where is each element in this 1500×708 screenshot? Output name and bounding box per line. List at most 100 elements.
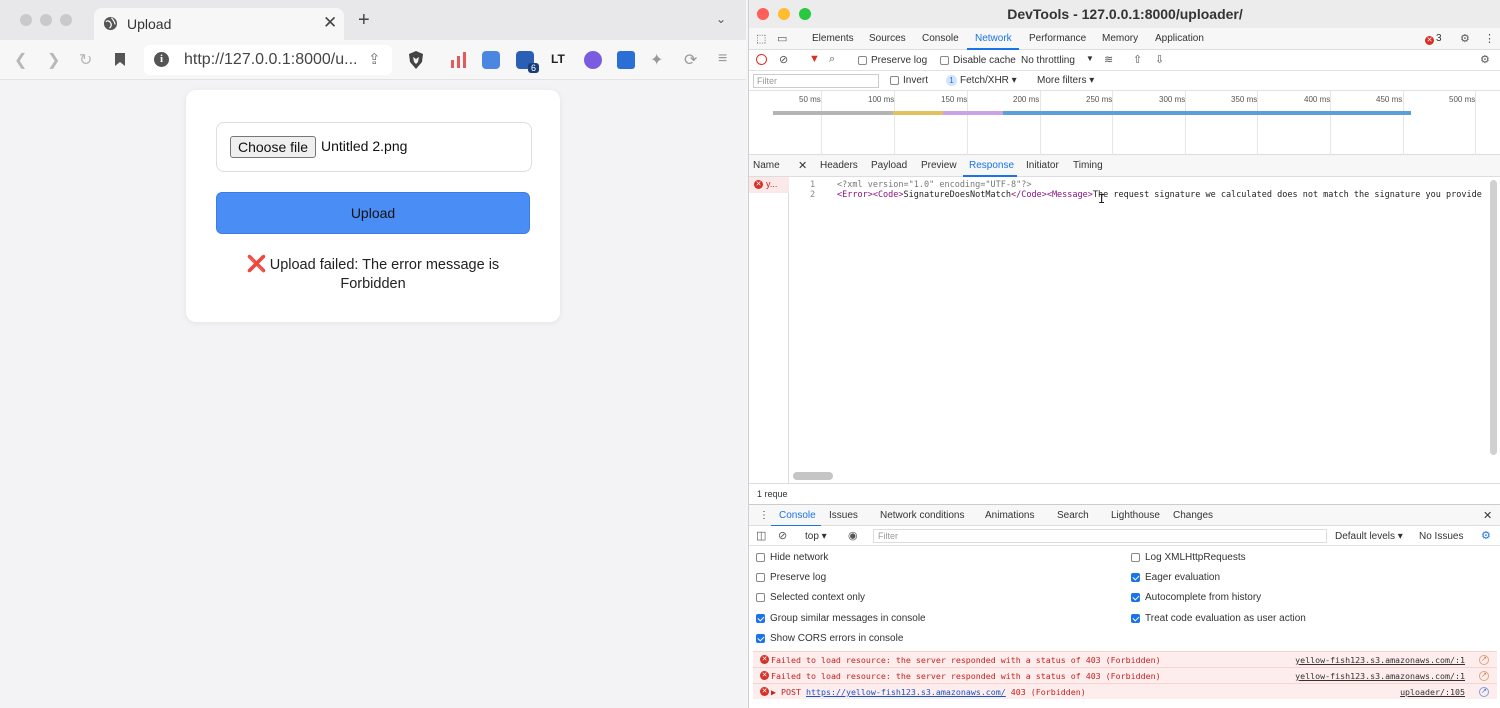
live-expression-eye-icon[interactable]: ◉ bbox=[848, 529, 858, 542]
tab-response[interactable]: Response bbox=[969, 160, 1014, 171]
close-drawer-icon[interactable]: ✕ bbox=[1483, 509, 1492, 522]
invert-checkbox[interactable] bbox=[890, 76, 899, 85]
address-bar[interactable]: i http://127.0.0.1:8000/u... ⇪ bbox=[144, 45, 392, 75]
sidebar-toggle-icon[interactable]: ◫ bbox=[756, 529, 766, 542]
window-minimize-dot[interactable] bbox=[40, 14, 52, 26]
record-stop-icon[interactable] bbox=[756, 54, 767, 65]
menu-icon[interactable]: ≡ bbox=[718, 50, 727, 68]
tab-sources[interactable]: Sources bbox=[869, 33, 906, 44]
disable-cache-checkbox[interactable] bbox=[940, 56, 949, 65]
tab-memory[interactable]: Memory bbox=[1102, 33, 1138, 44]
tab-headers[interactable]: Headers bbox=[820, 160, 858, 171]
console-error-row[interactable]: ✕ Failed to load resource: the server re… bbox=[753, 651, 1497, 667]
purple-extension-icon[interactable] bbox=[584, 51, 602, 69]
tab-network[interactable]: Network bbox=[975, 33, 1012, 44]
translate-extension-icon[interactable] bbox=[482, 51, 500, 69]
more-options-icon[interactable]: ⋮ bbox=[1484, 32, 1495, 45]
tab-payload[interactable]: Payload bbox=[871, 160, 907, 171]
tab-console[interactable]: Console bbox=[922, 33, 959, 44]
show-cors-checkbox[interactable] bbox=[756, 634, 765, 643]
drawer-tab-changes[interactable]: Changes bbox=[1173, 510, 1213, 521]
type-filter-dropdown[interactable]: 1 Fetch/XHR ▾ bbox=[946, 75, 1017, 86]
back-icon[interactable]: ❮ bbox=[14, 50, 27, 70]
selected-context-checkbox[interactable] bbox=[756, 593, 765, 602]
network-reveal-icon[interactable]: ↗ bbox=[1479, 655, 1489, 665]
response-body[interactable]: 1 2 <?xml version="1.0" encoding="UTF-8"… bbox=[790, 177, 1488, 467]
drawer-menu-icon[interactable]: ⋮ bbox=[759, 510, 769, 521]
console-post-error-row[interactable]: ✕ ▶ POST https://yellow-fish123.s3.amazo… bbox=[753, 683, 1497, 699]
console-error-row[interactable]: ✕ Failed to load resource: the server re… bbox=[753, 667, 1497, 683]
network-reveal-icon[interactable]: ↗ bbox=[1479, 671, 1489, 681]
request-row[interactable]: ✕ y... bbox=[749, 177, 789, 193]
drawer-tab-console[interactable]: Console bbox=[779, 510, 816, 521]
treat-code-eval-checkbox[interactable] bbox=[1131, 614, 1140, 623]
more-filters-dropdown[interactable]: More filters ▾ bbox=[1037, 75, 1094, 86]
post-url-link[interactable]: https://yellow-fish123.s3.amazonaws.com/ bbox=[806, 687, 1006, 697]
choose-file-button[interactable]: Choose file bbox=[230, 136, 317, 158]
tab-preview[interactable]: Preview bbox=[921, 160, 957, 171]
inspect-element-icon[interactable]: ⬚ bbox=[756, 32, 766, 45]
console-error-source-link[interactable]: yellow-fish123.s3.amazonaws.com/:1 bbox=[1295, 655, 1465, 665]
filter-icon[interactable]: ▼ bbox=[809, 53, 820, 65]
preserve-log-checkbox[interactable] bbox=[858, 56, 867, 65]
forward-icon[interactable]: ❯ bbox=[47, 50, 60, 70]
import-har-icon[interactable]: ⇧ bbox=[1133, 53, 1142, 66]
tab-close-icon[interactable]: ✕ bbox=[323, 13, 337, 33]
leo-extension-icon[interactable]: ⟳ bbox=[684, 50, 697, 70]
drawer-tab-lighthouse[interactable]: Lighthouse bbox=[1111, 510, 1160, 521]
tab-application[interactable]: Application bbox=[1155, 33, 1204, 44]
wave-extension-icon[interactable] bbox=[617, 51, 635, 69]
brave-shield-icon[interactable] bbox=[407, 50, 425, 70]
window-zoom-dot[interactable] bbox=[60, 14, 72, 26]
log-xhr-checkbox[interactable] bbox=[1131, 553, 1140, 562]
share-icon[interactable]: ⇪ bbox=[368, 50, 381, 68]
console-preserve-log-checkbox[interactable] bbox=[756, 573, 765, 582]
log-levels-dropdown[interactable]: Default levels ▾ bbox=[1335, 531, 1403, 542]
error-counter[interactable]: ✕ 3 bbox=[1425, 33, 1442, 45]
device-toolbar-icon[interactable]: ▭ bbox=[777, 32, 787, 45]
post-error-source-link[interactable]: uploader/:105 bbox=[1400, 687, 1465, 697]
console-error-source-link[interactable]: yellow-fish123.s3.amazonaws.com/:1 bbox=[1295, 671, 1465, 681]
console-settings-icon[interactable]: ⚙ bbox=[1481, 529, 1491, 542]
reload-icon[interactable]: ↻ bbox=[79, 50, 92, 70]
drawer-tab-search[interactable]: Search bbox=[1057, 510, 1089, 521]
analytics-extension-icon[interactable] bbox=[450, 52, 468, 68]
tab-performance[interactable]: Performance bbox=[1029, 33, 1086, 44]
clear-console-icon[interactable]: ⊘ bbox=[778, 529, 787, 542]
name-column-header[interactable]: Name bbox=[753, 160, 780, 171]
site-info-icon[interactable]: i bbox=[154, 52, 169, 67]
bookmark-icon[interactable] bbox=[114, 52, 126, 67]
tab-elements[interactable]: Elements bbox=[812, 33, 854, 44]
post-method[interactable]: ▶ POST bbox=[771, 687, 801, 697]
network-conditions-icon[interactable]: ≋ bbox=[1104, 53, 1113, 66]
search-icon[interactable]: ⌕ bbox=[829, 53, 835, 66]
window-close-dot[interactable] bbox=[20, 14, 32, 26]
throttling-select[interactable]: No throttling bbox=[1021, 55, 1075, 66]
tab-initiator[interactable]: Initiator bbox=[1026, 160, 1059, 171]
console-filter-input[interactable]: Filter bbox=[873, 529, 1327, 543]
horizontal-scrollbar[interactable] bbox=[793, 472, 833, 480]
browser-tab[interactable]: Upload ✕ bbox=[94, 8, 344, 40]
drawer-tab-issues[interactable]: Issues bbox=[829, 510, 858, 521]
drawer-tab-network-conditions[interactable]: Network conditions bbox=[880, 510, 964, 521]
clear-icon[interactable]: ⊘ bbox=[779, 53, 788, 66]
export-har-icon[interactable]: ⇩ bbox=[1155, 53, 1164, 66]
network-settings-icon[interactable]: ⚙ bbox=[1480, 53, 1490, 66]
languagetool-extension-icon[interactable]: LT bbox=[551, 52, 565, 66]
context-select[interactable]: top ▾ bbox=[805, 531, 827, 542]
tab-timing[interactable]: Timing bbox=[1073, 160, 1103, 171]
puzzle-extension-icon[interactable]: ✦ bbox=[650, 50, 663, 70]
new-tab-icon[interactable]: + bbox=[358, 9, 370, 32]
tab-list-chevron-icon[interactable]: ⌄ bbox=[716, 12, 726, 26]
group-similar-checkbox[interactable] bbox=[756, 614, 765, 623]
throttling-chevron-icon[interactable]: ▼ bbox=[1086, 54, 1094, 63]
autocomplete-history-checkbox[interactable] bbox=[1131, 593, 1140, 602]
network-reveal-icon[interactable]: ↗ bbox=[1479, 687, 1489, 697]
hide-network-checkbox[interactable] bbox=[756, 553, 765, 562]
upload-button[interactable]: Upload bbox=[216, 192, 530, 234]
issues-counter[interactable]: No Issues bbox=[1419, 531, 1463, 542]
vertical-scrollbar[interactable] bbox=[1490, 180, 1497, 455]
close-detail-icon[interactable]: ✕ bbox=[798, 159, 807, 172]
settings-gear-icon[interactable]: ⚙ bbox=[1460, 32, 1470, 45]
eager-evaluation-checkbox[interactable] bbox=[1131, 573, 1140, 582]
